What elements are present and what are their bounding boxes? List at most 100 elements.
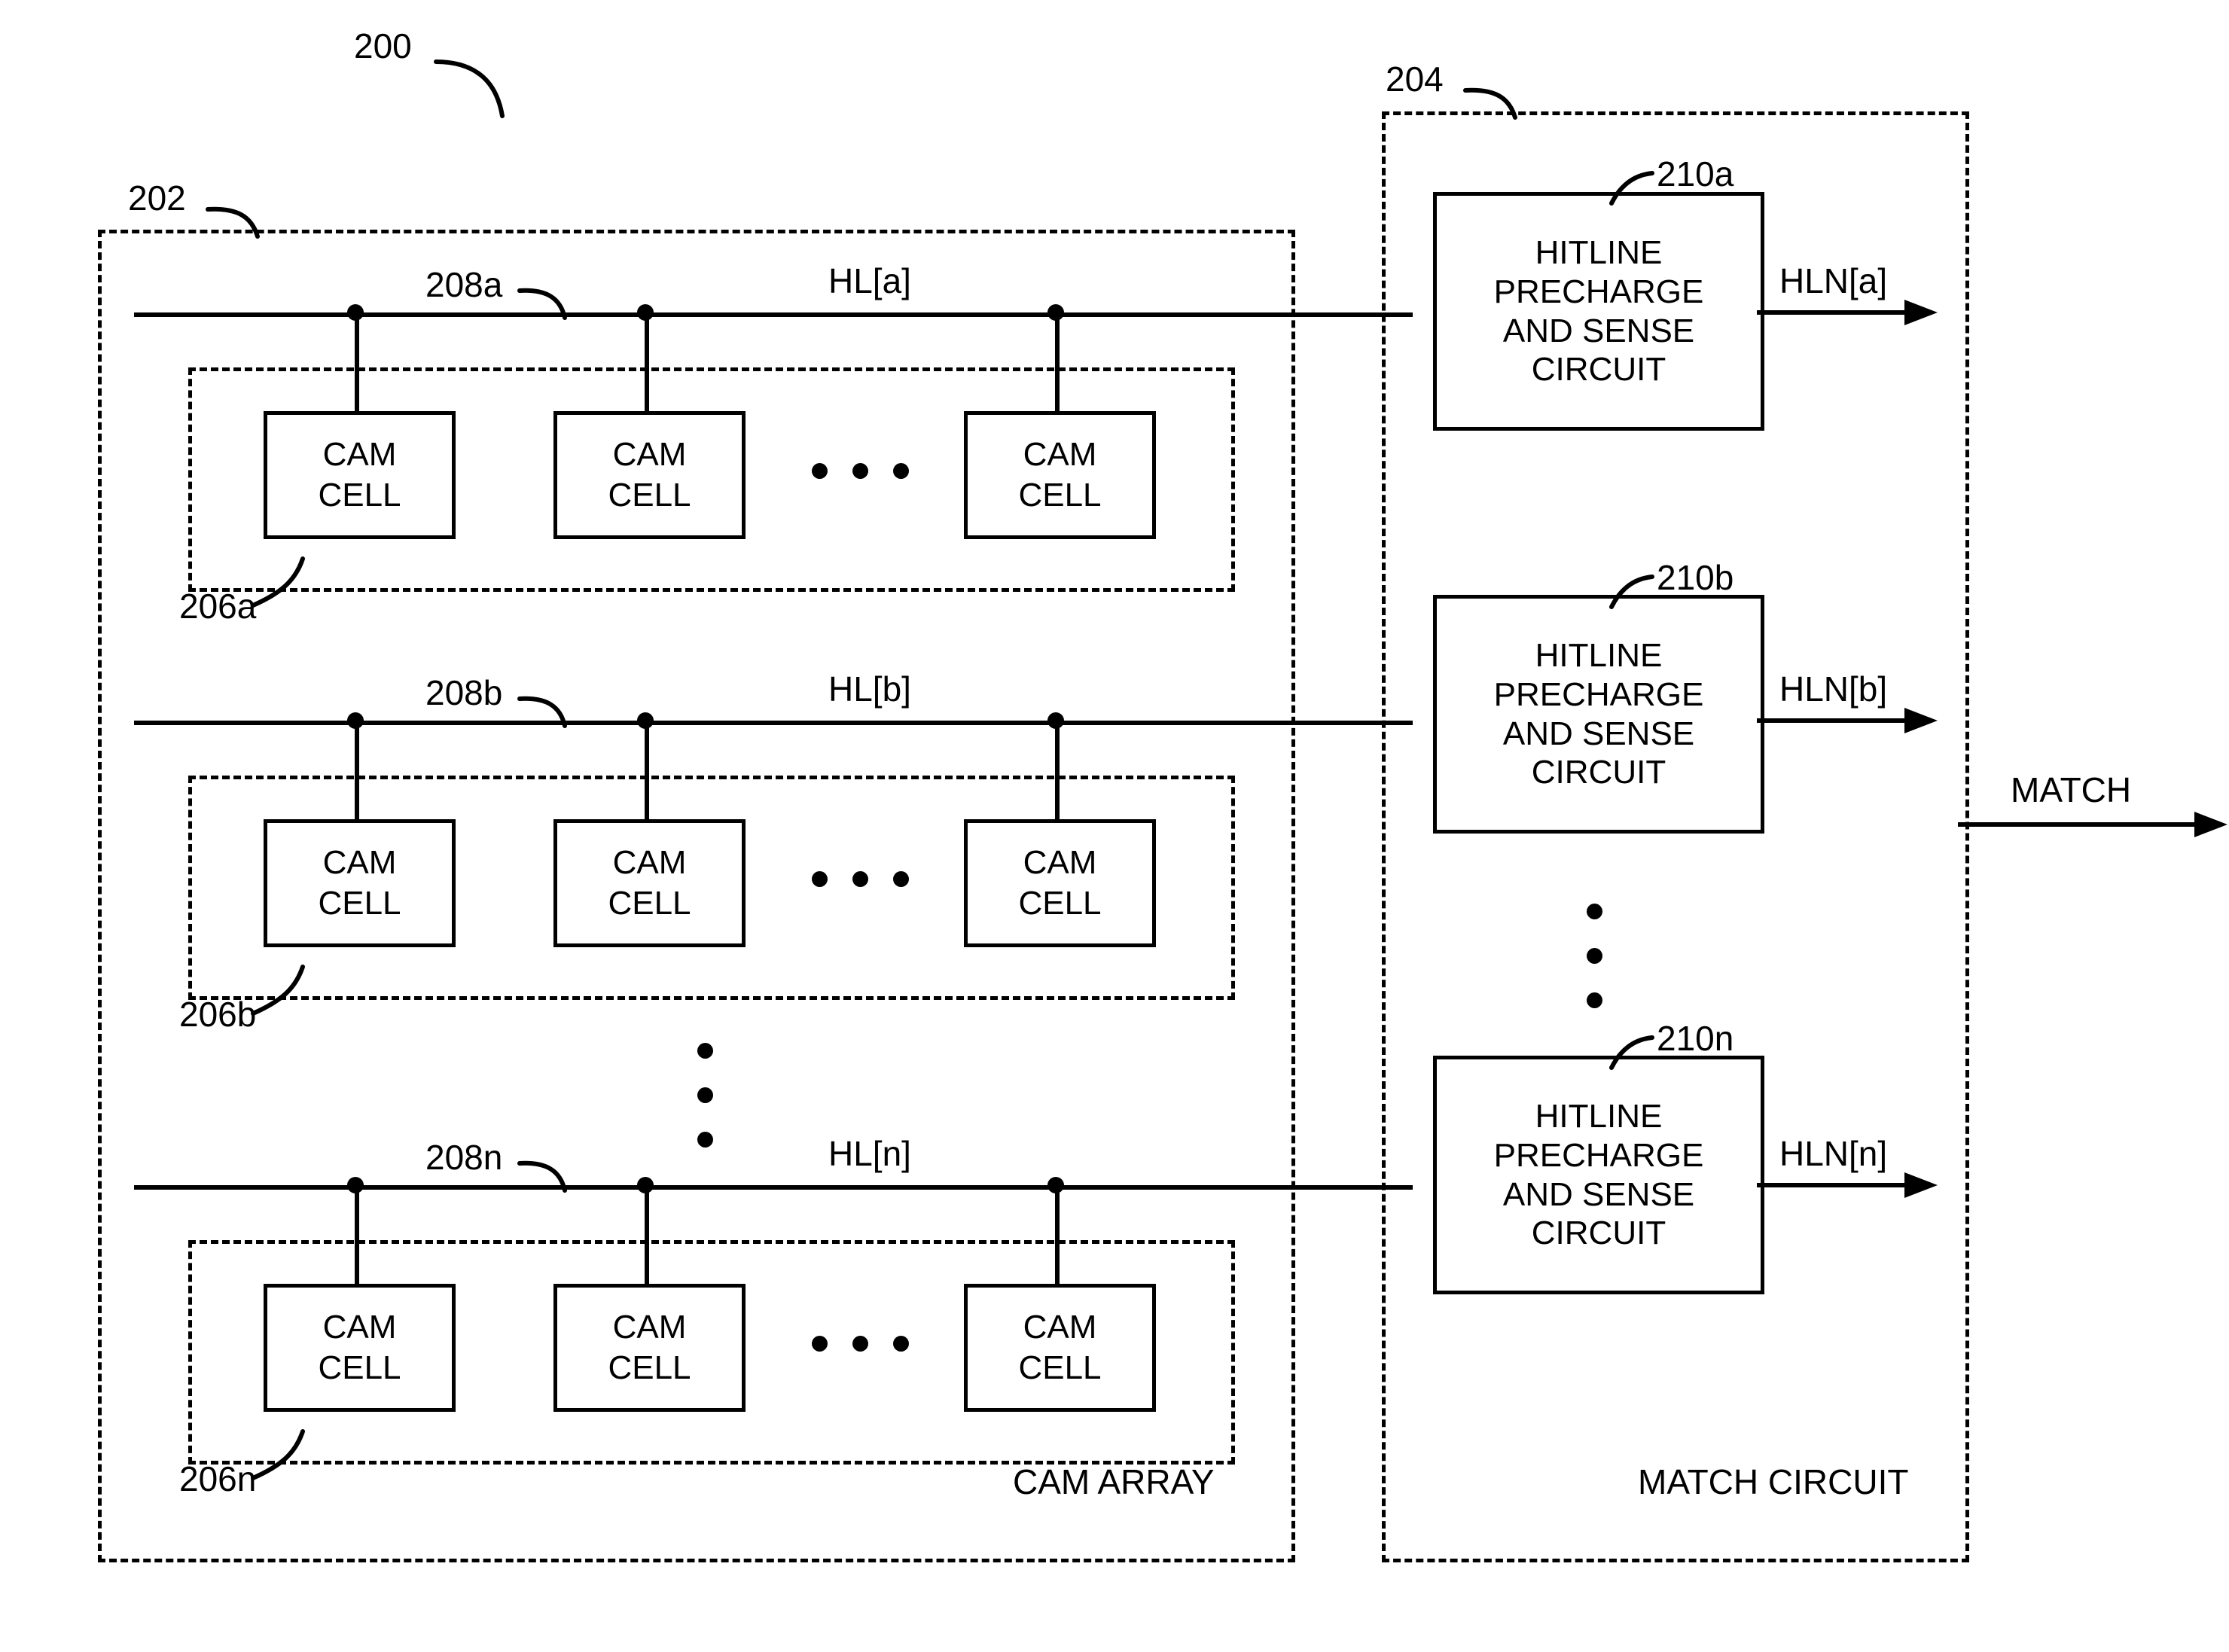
hitline-precharge-sense-circuit-b: HITLINE PRECHARGE AND SENSE CIRCUIT xyxy=(1433,595,1764,834)
leader-line-208a xyxy=(517,288,567,320)
cam-row-ellipsis-dot2 xyxy=(697,1087,713,1103)
hitline-wire-n xyxy=(134,1185,1413,1190)
figure-reference-206b: 206b xyxy=(179,995,257,1034)
figure-reference-204: 204 xyxy=(1386,59,1444,99)
hln-output-label-b: HLN[b] xyxy=(1779,669,1888,709)
match-circuit-label: MATCH CIRCUIT xyxy=(1638,1462,1909,1501)
cam-cell-b-1-line2: CELL xyxy=(318,885,401,922)
hpsc-a-line3: AND SENSE xyxy=(1502,312,1695,349)
leader-line-210b xyxy=(1609,575,1654,609)
hitline-precharge-sense-circuit-n: HITLINE PRECHARGE AND SENSE CIRCUIT xyxy=(1433,1056,1764,1294)
hitline-label-a: HL[a] xyxy=(828,261,911,300)
cam-cell-b-2-line1: CAM xyxy=(612,844,687,882)
cam-cell-a-3-line1: CAM xyxy=(1023,436,1097,474)
cam-cell-a-1-text: CAM CELL xyxy=(318,434,401,515)
cam-array-label: CAM ARRAY xyxy=(1013,1462,1215,1501)
hitline-precharge-sense-circuit-a-text: HITLINE PRECHARGE AND SENSE CIRCUIT xyxy=(1494,233,1704,390)
hpsc-n-line1: HITLINE xyxy=(1535,1097,1663,1135)
cam-cell-a-1: CAM CELL xyxy=(264,411,456,539)
hitline-label-n: HL[n] xyxy=(828,1134,911,1173)
figure-reference-208b: 208b xyxy=(425,673,503,712)
leader-line-206b xyxy=(251,965,305,1016)
hitline-precharge-sense-circuit-n-text: HITLINE PRECHARGE AND SENSE CIRCUIT xyxy=(1494,1097,1704,1254)
match-circuit-ellipsis-dot2 xyxy=(1587,948,1602,964)
cam-cell-a-1-line1: CAM xyxy=(322,436,397,474)
cam-cell-n-2-line2: CELL xyxy=(608,1349,691,1386)
cam-cell-n-3-text: CAM CELL xyxy=(1018,1307,1101,1388)
figure-reference-206n: 206n xyxy=(179,1459,257,1498)
hpsc-n-line3: AND SENSE xyxy=(1502,1175,1695,1213)
hitline-label-b: HL[b] xyxy=(828,669,911,709)
leader-line-208b xyxy=(517,696,567,728)
cam-cell-a-2-line2: CELL xyxy=(608,477,691,514)
leader-line-204 xyxy=(1463,87,1517,120)
cam-cell-b-1-line1: CAM xyxy=(322,844,397,882)
cam-cell-ellipsis-a-dot3 xyxy=(893,463,909,479)
cam-cell-n-2-text: CAM CELL xyxy=(608,1307,691,1388)
cam-cell-b-3-line2: CELL xyxy=(1018,885,1102,922)
cam-cell-b-2-line2: CELL xyxy=(608,885,691,922)
cam-cell-ellipsis-n-dot1 xyxy=(812,1336,828,1352)
cam-cell-b-2-text: CAM CELL xyxy=(608,843,691,923)
figure-reference-208n: 208n xyxy=(425,1138,503,1177)
cam-cell-n-1-line1: CAM xyxy=(322,1309,397,1346)
cam-cell-ellipsis-b-dot3 xyxy=(893,871,909,887)
cam-cell-a-2-text: CAM CELL xyxy=(608,434,691,515)
hitline-wire-b xyxy=(134,721,1413,725)
hpsc-b-line2: PRECHARGE xyxy=(1493,675,1704,713)
hln-output-label-a: HLN[a] xyxy=(1779,261,1888,300)
leader-line-200 xyxy=(434,59,505,118)
leader-line-210n xyxy=(1609,1035,1654,1070)
cam-cell-ellipsis-b-dot1 xyxy=(812,871,828,887)
leader-line-202 xyxy=(206,206,260,239)
cam-cell-b-3-text: CAM CELL xyxy=(1018,843,1101,923)
cam-cell-n-1-line2: CELL xyxy=(318,1349,401,1386)
cam-cell-ellipsis-a-dot2 xyxy=(852,463,868,479)
cam-cell-b-2: CAM CELL xyxy=(553,819,746,947)
cam-cell-ellipsis-n-dot3 xyxy=(893,1336,909,1352)
cam-cell-a-1-line2: CELL xyxy=(318,477,401,514)
hpsc-b-line1: HITLINE xyxy=(1535,636,1663,674)
cam-cell-ellipsis-b-dot2 xyxy=(852,871,868,887)
hpsc-a-line1: HITLINE xyxy=(1535,233,1663,271)
cam-cell-b-3-line1: CAM xyxy=(1023,844,1097,882)
match-circuit-ellipsis-dot1 xyxy=(1587,904,1602,919)
match-output-label: MATCH xyxy=(2011,770,2132,809)
cam-row-ellipsis-dot1 xyxy=(697,1043,713,1059)
cam-cell-ellipsis-a-dot1 xyxy=(812,463,828,479)
cam-cell-a-3-text: CAM CELL xyxy=(1018,434,1101,515)
cam-row-ellipsis-dot3 xyxy=(697,1132,713,1148)
cam-cell-b-3: CAM CELL xyxy=(964,819,1156,947)
cam-cell-n-1: CAM CELL xyxy=(264,1284,456,1412)
hitline-precharge-sense-circuit-b-text: HITLINE PRECHARGE AND SENSE CIRCUIT xyxy=(1494,636,1704,793)
cam-cell-n-2-line1: CAM xyxy=(612,1309,687,1346)
leader-line-210a xyxy=(1609,171,1654,206)
cam-cell-ellipsis-n-dot2 xyxy=(852,1336,868,1352)
leader-line-208n xyxy=(517,1160,567,1193)
patent-figure-canvas: 200 202 CAM ARRAY 204 MATCH CIRCUIT 208a… xyxy=(0,0,2229,1652)
hpsc-b-line3: AND SENSE xyxy=(1502,715,1695,752)
cam-cell-n-3-line1: CAM xyxy=(1023,1309,1097,1346)
cam-cell-a-3-line2: CELL xyxy=(1018,477,1102,514)
figure-reference-206a: 206a xyxy=(179,587,257,626)
cam-cell-n-3: CAM CELL xyxy=(964,1284,1156,1412)
leader-line-206a xyxy=(251,556,305,608)
cam-cell-b-1-text: CAM CELL xyxy=(318,843,401,923)
match-circuit-ellipsis-dot3 xyxy=(1587,992,1602,1008)
hitline-wire-a xyxy=(134,312,1413,317)
hpsc-a-line4: CIRCUIT xyxy=(1531,351,1666,389)
cam-cell-a-2-line1: CAM xyxy=(612,436,687,474)
cam-cell-a-3: CAM CELL xyxy=(964,411,1156,539)
hitline-precharge-sense-circuit-a: HITLINE PRECHARGE AND SENSE CIRCUIT xyxy=(1433,192,1764,431)
cam-cell-n-3-line2: CELL xyxy=(1018,1349,1102,1386)
cam-cell-a-2: CAM CELL xyxy=(553,411,746,539)
leader-line-206n xyxy=(251,1429,305,1480)
cam-cell-n-2: CAM CELL xyxy=(553,1284,746,1412)
hpsc-b-line4: CIRCUIT xyxy=(1531,754,1666,791)
figure-reference-202: 202 xyxy=(128,178,186,218)
hpsc-n-line2: PRECHARGE xyxy=(1493,1136,1704,1174)
hln-output-label-n: HLN[n] xyxy=(1779,1134,1888,1173)
figure-reference-208a: 208a xyxy=(425,265,503,304)
figure-reference-200: 200 xyxy=(354,26,412,66)
hpsc-a-line2: PRECHARGE xyxy=(1493,273,1704,310)
